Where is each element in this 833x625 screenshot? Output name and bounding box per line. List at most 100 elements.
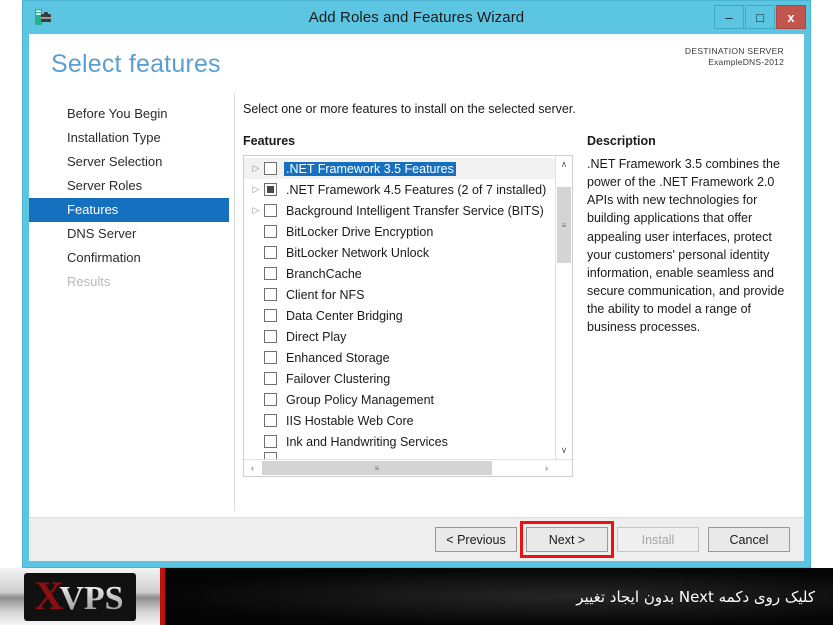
list-item[interactable]: ▷ Ink and Handwriting Services [244, 431, 555, 452]
sidebar-item-results: Results [67, 274, 111, 289]
list-item[interactable]: ▷ Client for NFS [244, 284, 555, 305]
scroll-grip-icon: ≡ [561, 220, 567, 230]
expand-triangle-icon[interactable]: ▷ [248, 184, 264, 195]
screenshot-root: Add Roles and Features Wizard – □ x Sele… [0, 0, 833, 625]
window-title: Add Roles and Features Wizard [308, 9, 525, 26]
banner-text-pane: کلیک روی دکمه Next بدون ایجاد تغییر [165, 568, 833, 625]
sidebar-item-installation-type[interactable]: Installation Type [29, 126, 229, 150]
horizontal-scrollbar[interactable]: ‹ ≡ › [244, 459, 572, 476]
feature-label: .NET Framework 4.5 Features (2 of 7 inst… [286, 182, 547, 197]
minimize-button[interactable]: – [714, 5, 744, 29]
horizontal-scroll-thumb[interactable]: ≡ [262, 461, 492, 475]
list-item[interactable]: ▷ Group Policy Management [244, 389, 555, 410]
list-item-partially-visible[interactable]: ▷ [244, 452, 555, 459]
expand-triangle-icon[interactable]: ▷ [248, 205, 264, 216]
install-button: Install [617, 527, 699, 552]
expand-spacer: ▷ [248, 373, 264, 384]
description-column: Description .NET Framework 3.5 combines … [587, 134, 795, 477]
feature-label: Ink and Handwriting Services [286, 434, 448, 449]
features-listbox[interactable]: ▷ .NET Framework 3.5 Features ▷ .NET Fra… [243, 155, 573, 477]
feature-checkbox[interactable] [264, 267, 277, 280]
minimize-icon: – [725, 9, 733, 25]
feature-checkbox[interactable] [264, 414, 277, 427]
xvps-logo: X VPS [24, 572, 136, 621]
server-manager-icon [33, 7, 53, 27]
destination-server-label: DESTINATION SERVER [684, 46, 784, 56]
chevron-down-icon: ∨ [560, 445, 568, 455]
window-controls: – □ x [714, 5, 806, 29]
list-item[interactable]: ▷ Background Intelligent Transfer Servic… [244, 200, 555, 221]
horizontal-scroll-track[interactable]: ≡ [261, 460, 538, 476]
expand-spacer: ▷ [248, 415, 264, 426]
list-item[interactable]: ▷ Direct Play [244, 326, 555, 347]
feature-checkbox[interactable] [264, 183, 277, 196]
features-list-main: ▷ .NET Framework 3.5 Features ▷ .NET Fra… [244, 156, 572, 459]
instruction-text: Select one or more features to install o… [243, 102, 576, 116]
chevron-right-icon: › [545, 463, 548, 473]
scroll-down-button[interactable]: ∨ [556, 442, 572, 459]
sidebar-item-server-roles[interactable]: Server Roles [29, 174, 229, 198]
wizard-header: Select features DESTINATION SERVER Examp… [29, 34, 804, 94]
previous-button[interactable]: < Previous [435, 527, 517, 552]
destination-server-block: DESTINATION SERVER ExampleDNS-2012 [685, 46, 784, 67]
sidebar-item-dns-server[interactable]: DNS Server [29, 222, 229, 246]
sidebar-item-confirmation[interactable]: Confirmation [29, 246, 229, 270]
chevron-up-icon: ∧ [560, 159, 568, 169]
feature-checkbox[interactable] [264, 330, 277, 343]
list-item[interactable]: ▷ BitLocker Network Unlock [244, 242, 555, 263]
scroll-up-button[interactable]: ∧ [556, 156, 572, 173]
scroll-right-button[interactable]: › [538, 460, 555, 476]
title-bar: Add Roles and Features Wizard – □ x [23, 1, 810, 34]
list-item[interactable]: ▷ Data Center Bridging [244, 305, 555, 326]
vertical-scrollbar[interactable]: ∧ ≡ ∨ [555, 156, 572, 459]
close-button[interactable]: x [776, 5, 806, 29]
features-label: Features [243, 134, 296, 148]
features-column: Features ▷ .NET Framework 3.5 Features ▷… [243, 134, 573, 477]
bottom-banner: X VPS کلیک روی دکمه Next بدون ایجاد تغیی… [0, 568, 833, 625]
maximize-button[interactable]: □ [745, 5, 775, 29]
feature-checkbox[interactable] [264, 309, 277, 322]
feature-checkbox[interactable] [264, 288, 277, 301]
sidebar-item-server-selection[interactable]: Server Selection [29, 150, 229, 174]
expand-spacer: ▷ [248, 247, 264, 258]
feature-checkbox[interactable] [264, 351, 277, 364]
list-item[interactable]: ▷ IIS Hostable Web Core [244, 410, 555, 431]
scroll-left-button[interactable]: ‹ [244, 460, 261, 476]
feature-checkbox[interactable] [264, 204, 277, 217]
expand-spacer: ▷ [248, 310, 264, 321]
vertical-scroll-track[interactable]: ≡ [556, 173, 572, 442]
description-text: .NET Framework 3.5 combines the power of… [587, 157, 785, 335]
expand-spacer: ▷ [248, 452, 264, 459]
feature-checkbox[interactable] [264, 435, 277, 448]
next-button-wrapper: Next > [520, 521, 614, 558]
wizard-nav-sidebar: Before You Begin Installation Type Serve… [29, 94, 229, 517]
feature-label: Direct Play [286, 329, 347, 344]
list-item[interactable]: ▷ Enhanced Storage [244, 347, 555, 368]
expand-triangle-icon[interactable]: ▷ [248, 163, 264, 174]
feature-checkbox[interactable] [264, 452, 277, 459]
logo-text-vps: VPS [59, 579, 124, 617]
list-item[interactable]: ▷ Failover Clustering [244, 368, 555, 389]
sidebar-item-features[interactable]: Features [29, 198, 229, 222]
feature-label: Client for NFS [286, 287, 365, 302]
feature-checkbox[interactable] [264, 246, 277, 259]
list-item[interactable]: ▷ .NET Framework 4.5 Features (2 of 7 in… [244, 179, 555, 200]
scroll-grip-icon: ≡ [374, 463, 380, 473]
expand-spacer: ▷ [248, 226, 264, 237]
feature-checkbox[interactable] [264, 162, 277, 175]
scrollbar-corner [555, 460, 572, 476]
vertical-scroll-thumb[interactable]: ≡ [557, 187, 571, 263]
next-button[interactable]: Next > [526, 527, 608, 552]
feature-label: IIS Hostable Web Core [286, 413, 414, 428]
feature-checkbox[interactable] [264, 225, 277, 238]
list-item[interactable]: ▷ .NET Framework 3.5 Features [244, 158, 555, 179]
list-item[interactable]: ▷ BitLocker Drive Encryption [244, 221, 555, 242]
list-item[interactable]: ▷ BranchCache [244, 263, 555, 284]
feature-checkbox[interactable] [264, 393, 277, 406]
page-title: Select features [51, 50, 221, 78]
feature-checkbox[interactable] [264, 372, 277, 385]
sidebar-item-before-you-begin[interactable]: Before You Begin [29, 102, 229, 126]
cancel-button[interactable]: Cancel [708, 527, 790, 552]
feature-label: Data Center Bridging [286, 308, 403, 323]
features-rows: ▷ .NET Framework 3.5 Features ▷ .NET Fra… [244, 156, 555, 459]
